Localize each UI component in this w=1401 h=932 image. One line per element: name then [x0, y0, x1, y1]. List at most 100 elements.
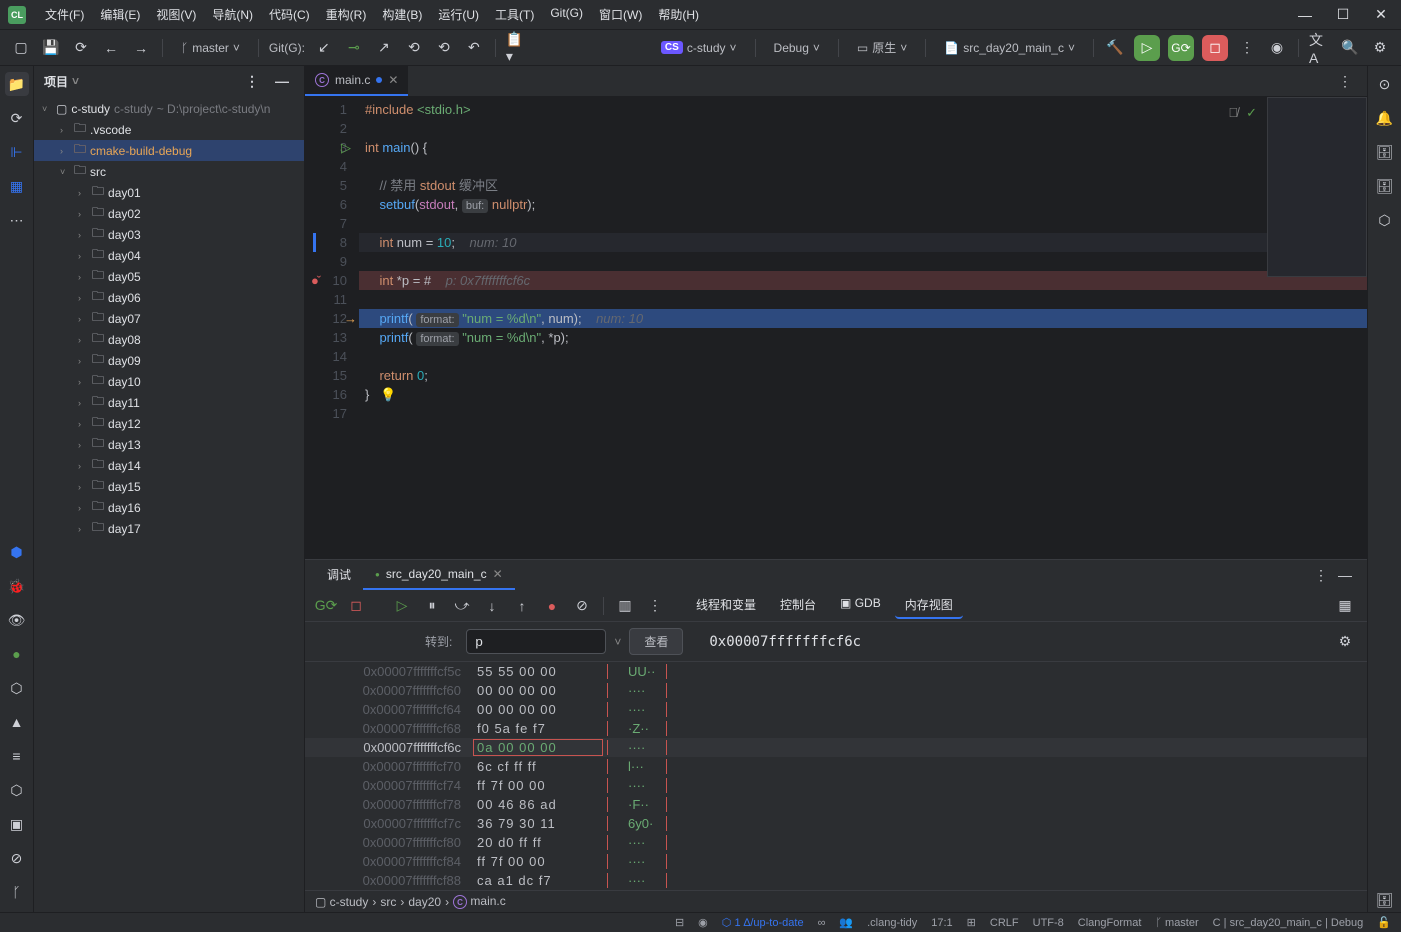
shield-rail-icon[interactable]: ⬡ — [5, 676, 29, 700]
tree-folder-day[interactable]: ›🗀day03 — [34, 224, 304, 245]
mute-breakpoints-icon[interactable]: ⊘ — [571, 595, 593, 617]
open-icon[interactable]: ▢ — [10, 37, 32, 59]
breadcrumb-item[interactable]: C main.c — [453, 894, 506, 910]
breadcrumb-item[interactable]: day20 — [408, 895, 441, 909]
hammer-icon[interactable]: 🔨 — [1104, 37, 1126, 59]
breadcrumb-item[interactable]: ▢ c-study — [315, 895, 368, 909]
stop-debug-icon[interactable]: ◻ — [345, 595, 367, 617]
debug-hide-icon[interactable]: — — [1333, 563, 1357, 587]
tree-folder-day[interactable]: ›🗀day05 — [34, 266, 304, 287]
view-button[interactable]: 查看 — [629, 628, 683, 655]
sb-win-icon[interactable]: ⊞ — [967, 916, 976, 929]
git-rail-icon[interactable]: ᚴ — [5, 880, 29, 904]
menu-edit[interactable]: 编辑(E) — [93, 3, 147, 26]
menu-navigate[interactable]: 导航(N) — [205, 3, 260, 26]
memory-row[interactable]: 0x00007fffffffcf706c cf ff ffl··· — [305, 757, 1367, 776]
forward-icon[interactable]: → — [130, 37, 152, 59]
git-history-icon[interactable]: ⟲ — [403, 37, 425, 59]
tree-folder-day[interactable]: ›🗀day07 — [34, 308, 304, 329]
menu-view[interactable]: 视图(V) — [149, 3, 203, 26]
tree-folder-day[interactable]: ›🗀day09 — [34, 350, 304, 371]
database-icon[interactable]: 🗄 — [1373, 140, 1397, 164]
menu-run[interactable]: 运行(U) — [431, 3, 486, 26]
sb-lineend[interactable]: CRLF — [990, 917, 1019, 929]
tree-folder-day[interactable]: ›🗀day13 — [34, 434, 304, 455]
debug-more-icon[interactable]: ⋮ — [1309, 563, 1333, 587]
more-rail-icon[interactable]: ⋯ — [5, 208, 29, 232]
sb-position[interactable]: 17:1 — [931, 917, 952, 929]
list-rail-icon[interactable]: ≡ — [5, 744, 29, 768]
memory-row[interactable]: 0x00007fffffffcf68f0 5a fe f7·Z·· — [305, 719, 1367, 738]
vcs-rail-icon[interactable]: ⟳ — [5, 106, 29, 130]
tab-close-icon[interactable]: ✕ — [388, 73, 398, 87]
tree-folder-day[interactable]: ›🗀day02 — [34, 203, 304, 224]
refresh-icon[interactable]: ⟳ — [70, 37, 92, 59]
sb-copilot-icon[interactable]: ◉ — [698, 916, 708, 929]
sb-encoding[interactable]: UTF-8 — [1033, 917, 1064, 929]
sb-lock-icon[interactable]: 🔓 — [1377, 916, 1391, 929]
menu-file[interactable]: 文件(F) — [38, 3, 91, 26]
subtab-console[interactable]: 控制台 — [770, 592, 826, 619]
eye-rail-icon[interactable]: 👁 — [5, 608, 29, 632]
tree-folder-day[interactable]: ›🗀day10 — [34, 371, 304, 392]
paste-icon[interactable]: 📋▾ — [506, 37, 528, 59]
step-over-icon[interactable]: ⤻ — [451, 595, 473, 617]
menu-build[interactable]: 构建(B) — [375, 3, 429, 26]
search-icon[interactable]: 🔍 — [1339, 37, 1361, 59]
menu-help[interactable]: 帮助(H) — [651, 3, 706, 26]
green-dot-rail-icon[interactable]: ● — [5, 642, 29, 666]
rerun-debug-icon[interactable]: G⟳ — [315, 595, 337, 617]
sb-branch[interactable]: ᚴ master — [1155, 917, 1198, 929]
menu-refactor[interactable]: 重构(R) — [319, 3, 374, 26]
editor-tab-main-c[interactable]: C main.c ✕ — [305, 66, 408, 96]
git-undo-icon[interactable]: ↶ — [463, 37, 485, 59]
minimap[interactable] — [1267, 97, 1367, 277]
config-selector[interactable]: CS c-study ˅ — [653, 39, 745, 57]
tab-close-icon[interactable]: ✕ — [493, 567, 503, 581]
tree-folder-cmake-build-debug[interactable]: ›🗀cmake-build-debug — [34, 140, 304, 161]
memory-row[interactable]: 0x00007fffffffcf6c0a 00 00 00···· — [305, 738, 1367, 757]
minimize-icon[interactable]: — — [1293, 3, 1317, 27]
step-out-icon[interactable]: ↑ — [511, 595, 533, 617]
target-selector[interactable]: ▭ 原生 ˅ — [849, 37, 915, 58]
goto-input[interactable] — [466, 629, 606, 654]
subtab-memory[interactable]: 内存视图 — [895, 592, 963, 619]
cmake-rail-icon[interactable]: ▲ — [5, 710, 29, 734]
layout-icon[interactable]: ▦ — [1333, 594, 1357, 618]
cube-rail-icon[interactable]: ⬢ — [5, 540, 29, 564]
debug-more-icon[interactable]: ⋮ — [644, 595, 666, 617]
menu-git[interactable]: Git(G) — [543, 3, 590, 26]
build-config-selector[interactable]: Debug ˅ — [766, 39, 828, 57]
terminal-rail-icon[interactable]: ▣ — [5, 812, 29, 836]
bell-icon[interactable]: 🔔 — [1373, 106, 1397, 130]
memory-row[interactable]: 0x00007fffffffcf7c36 79 30 116y0· — [305, 814, 1367, 833]
step-into-icon[interactable]: ↓ — [481, 595, 503, 617]
sb-clang[interactable]: .clang-tidy — [867, 917, 917, 929]
subtab-gdb[interactable]: ▣ GDB — [830, 592, 891, 619]
tree-folder-vscode[interactable]: ›🗀.vscode — [34, 119, 304, 140]
debug-button[interactable]: G⟳ — [1168, 35, 1194, 61]
panel-more-icon[interactable]: ⋮ — [240, 69, 264, 93]
tab-more-icon[interactable]: ⋮ — [1333, 69, 1357, 93]
more-icon[interactable]: ⋮ — [1236, 37, 1258, 59]
stop-button[interactable]: ◻ — [1202, 35, 1228, 61]
back-icon[interactable]: ← — [100, 37, 122, 59]
memory-row[interactable]: 0x00007fffffffcf6400 00 00 00···· — [305, 700, 1367, 719]
memory-row[interactable]: 0x00007fffffffcf7800 46 86 ad·F·· — [305, 795, 1367, 814]
bookmark-rail-icon[interactable]: ▦ — [5, 174, 29, 198]
resume-icon[interactable]: ▷ — [391, 595, 413, 617]
sb-ai-icon[interactable]: ⊟ — [675, 916, 684, 929]
run-config-selector[interactable]: 📄 src_day20_main_c ˅ — [936, 39, 1083, 57]
settings-icon[interactable]: ⚙ — [1369, 37, 1391, 59]
run-button[interactable]: ▷ — [1134, 35, 1160, 61]
subtab-threads[interactable]: 线程和变量 — [686, 592, 766, 619]
memory-row[interactable]: 0x00007fffffffcf84ff 7f 00 00···· — [305, 852, 1367, 871]
sb-uptodate[interactable]: ⬡ 1 ∆/up-to-date — [722, 916, 804, 929]
menu-code[interactable]: 代码(C) — [262, 3, 317, 26]
project-rail-icon[interactable]: 📁 — [5, 72, 29, 96]
tree-folder-day[interactable]: ›🗀day01 — [34, 182, 304, 203]
code-with-me-icon[interactable]: ◉ — [1266, 37, 1288, 59]
tree-folder-src[interactable]: ˅🗀src — [34, 161, 304, 182]
tree-folder-day[interactable]: ›🗀day16 — [34, 497, 304, 518]
tree-folder-day[interactable]: ›🗀day15 — [34, 476, 304, 497]
